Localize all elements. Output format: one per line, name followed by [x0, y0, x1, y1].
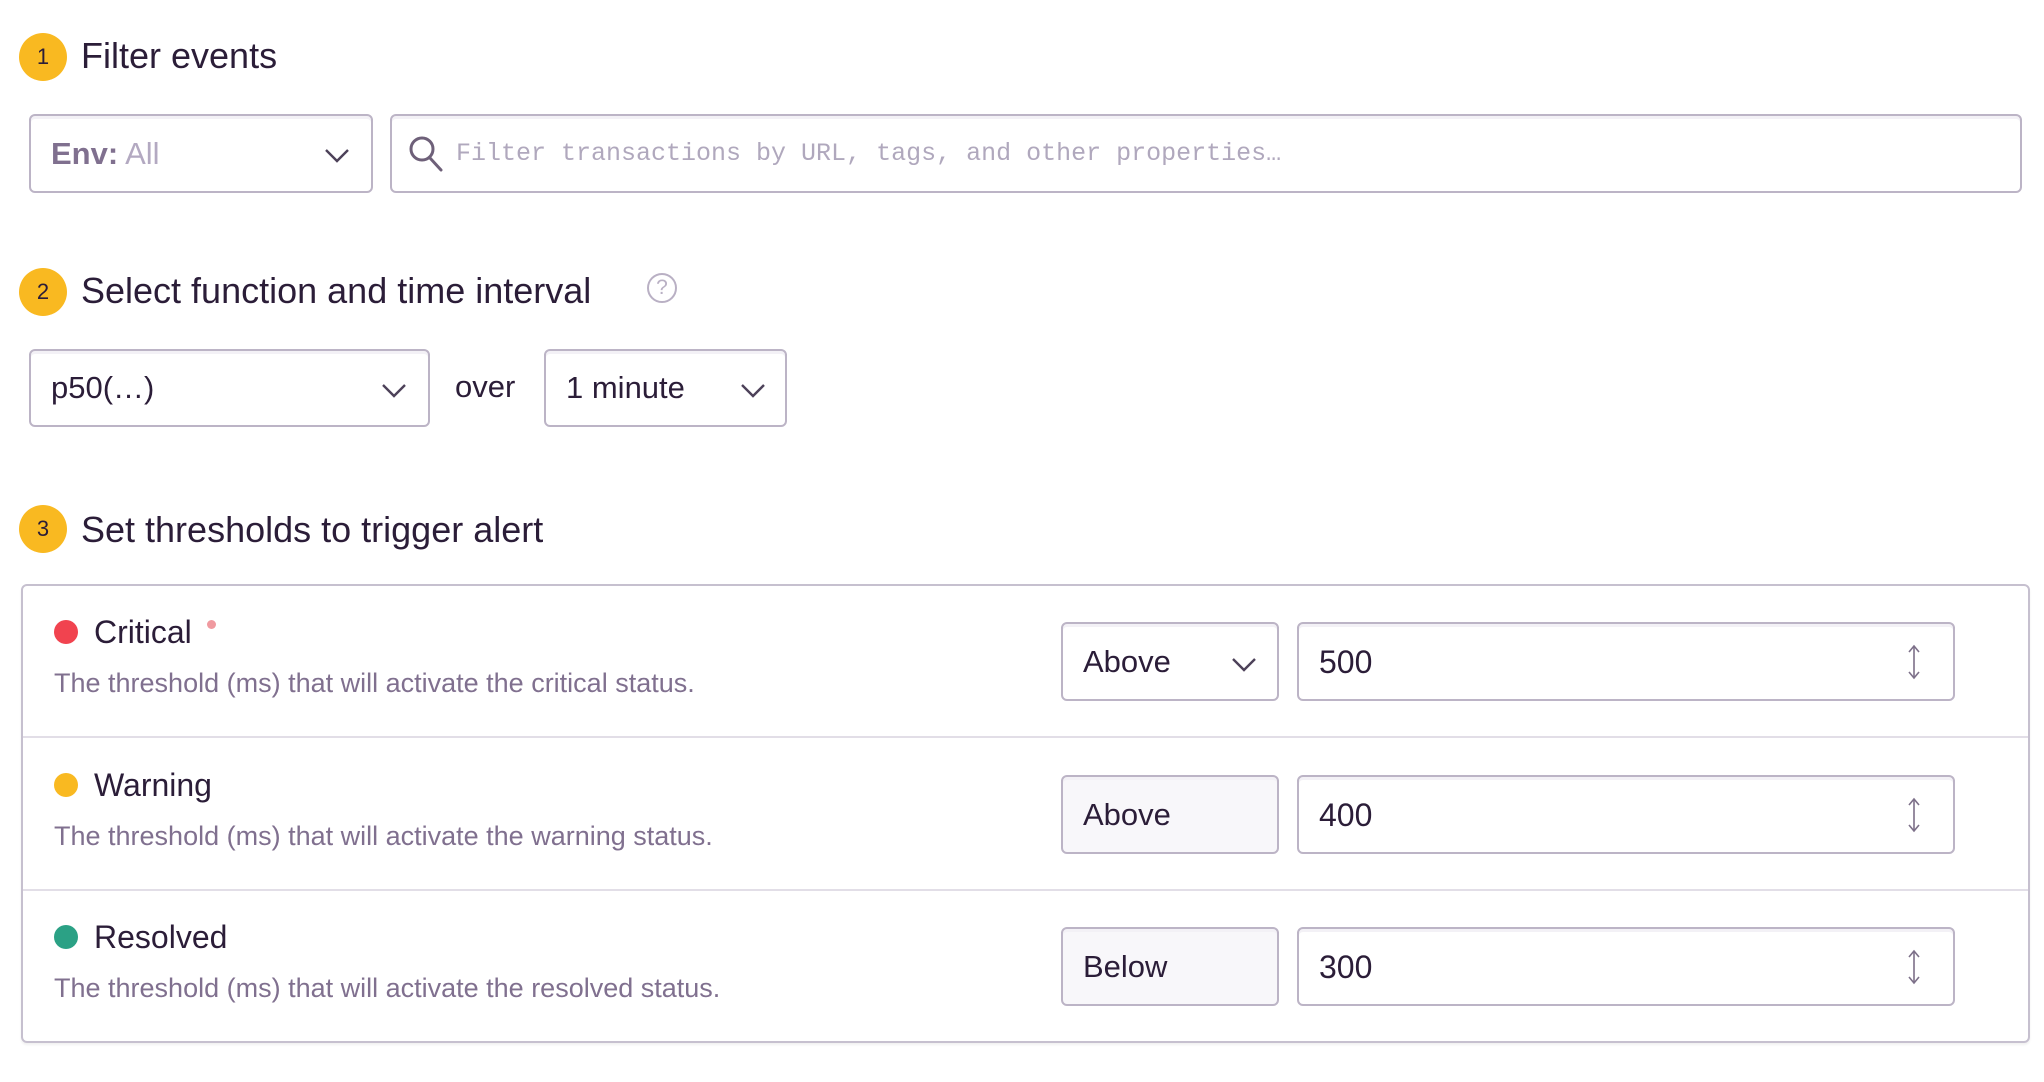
comparator-value: Below	[1083, 949, 1168, 984]
aggregate-function-dropdown[interactable]: p50(…)	[29, 349, 430, 427]
comparator-field: Below	[1061, 927, 1279, 1006]
warning-status-dot	[54, 773, 78, 797]
section-title-function: Select function and time interval	[81, 270, 592, 311]
threshold-value-input[interactable]: 300	[1297, 927, 1955, 1006]
comparator-value: Above	[1083, 797, 1171, 832]
step-badge-3: 3	[19, 505, 67, 553]
threshold-label: Resolved	[94, 919, 228, 955]
chevron-down-icon	[1232, 658, 1256, 672]
step-number: 1	[36, 44, 50, 69]
row-divider	[23, 736, 2028, 738]
chevron-down-icon	[325, 149, 349, 163]
threshold-value: 500	[1319, 644, 1373, 680]
threshold-value: 300	[1319, 949, 1373, 985]
step-number: 2	[36, 279, 50, 304]
chevron-down-icon	[382, 384, 406, 398]
threshold-description: The threshold (ms) that will activate th…	[54, 668, 695, 698]
stepper-arrows-icon[interactable]	[1906, 797, 1922, 833]
section-title-filter-events: Filter events	[81, 35, 278, 76]
comparator-value: Above	[1083, 644, 1171, 679]
search-placeholder: Filter transactions by URL, tags, and ot…	[456, 139, 1282, 168]
environment-dropdown[interactable]: Env: All	[29, 114, 373, 193]
comparator-dropdown[interactable]: Above	[1061, 622, 1279, 701]
critical-status-dot	[54, 620, 78, 644]
time-interval-dropdown[interactable]: 1 minute	[544, 349, 787, 427]
threshold-value-input[interactable]: 400	[1297, 775, 1955, 854]
chevron-down-icon	[741, 384, 765, 398]
section-title-thresholds: Set thresholds to trigger alert	[81, 509, 544, 550]
environment-label: Env:	[51, 136, 119, 171]
step-badge-2: 2	[19, 268, 67, 316]
step-number: 3	[36, 516, 50, 541]
threshold-value-input[interactable]: 500	[1297, 622, 1955, 701]
stepper-arrows-icon[interactable]	[1906, 949, 1922, 985]
threshold-description: The threshold (ms) that will activate th…	[54, 821, 713, 851]
search-filter-input[interactable]: Filter transactions by URL, tags, and ot…	[390, 114, 2022, 193]
stepper-arrows-icon[interactable]	[1906, 644, 1922, 680]
environment-value: All	[125, 136, 160, 171]
threshold-label: Critical	[94, 614, 192, 650]
step-badge-1: 1	[19, 33, 67, 81]
required-indicator	[207, 620, 216, 629]
over-label: over	[455, 369, 516, 404]
threshold-description: The threshold (ms) that will activate th…	[54, 973, 721, 1003]
help-icon[interactable]: ?	[647, 273, 677, 303]
threshold-label: Warning	[94, 767, 212, 803]
aggregate-function-value: p50(…)	[51, 370, 155, 405]
search-icon	[409, 136, 443, 172]
comparator-field: Above	[1061, 775, 1279, 854]
environment-dropdown-value: Env: All	[51, 134, 160, 174]
row-divider	[23, 889, 2028, 891]
threshold-value: 400	[1319, 797, 1373, 833]
time-interval-value: 1 minute	[566, 370, 685, 405]
resolved-status-dot	[54, 925, 78, 949]
